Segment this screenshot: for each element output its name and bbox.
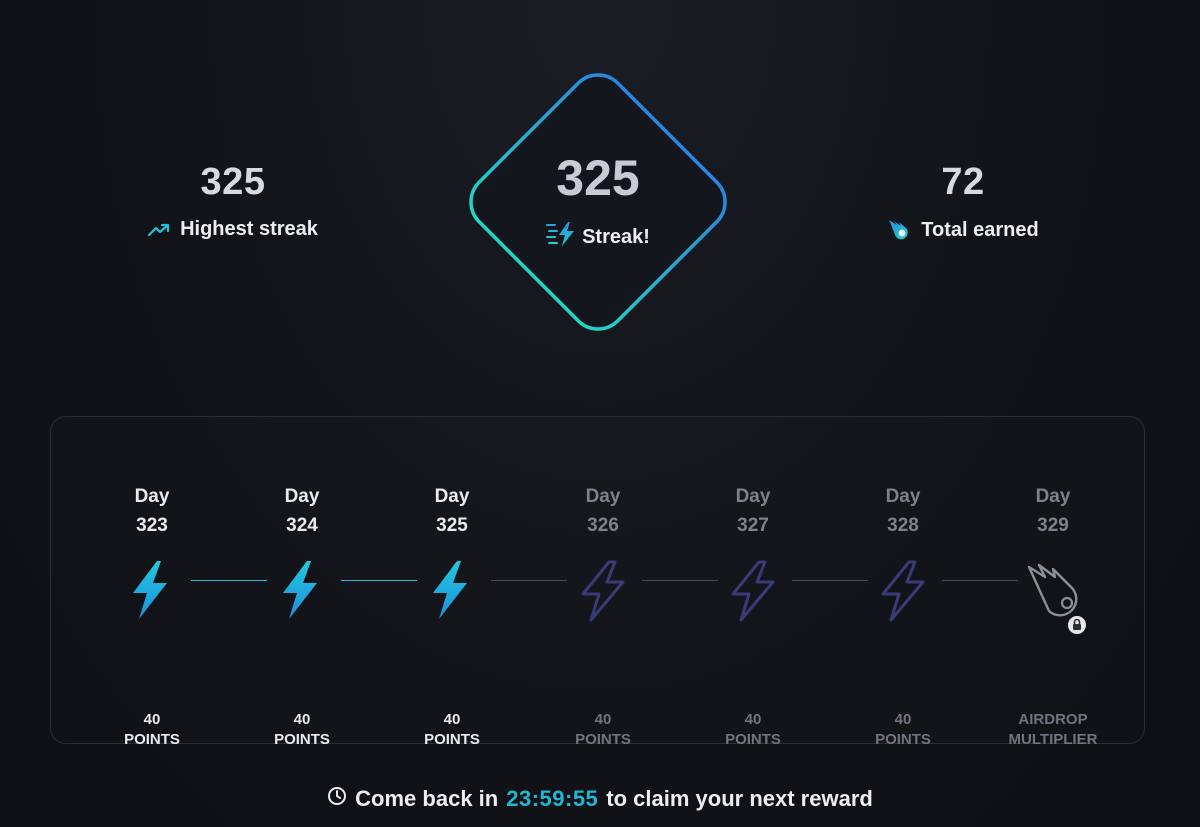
- day-connector: [792, 580, 868, 581]
- day-number: 327: [737, 515, 769, 536]
- day-connector: [191, 580, 267, 581]
- bolt-icon: [283, 561, 317, 619]
- comet-icon: [887, 218, 911, 242]
- day-item: Day 324 40 POINTS: [237, 485, 367, 748]
- bolt-outline-icon: [581, 560, 625, 622]
- day-number: 328: [887, 515, 919, 536]
- bolt-outline-icon: [731, 560, 775, 622]
- next-reward-message: Come back in 23:59:55 to claim your next…: [0, 786, 1200, 812]
- day-connector: [491, 580, 567, 581]
- day-word: Day: [885, 486, 921, 507]
- day-item: Day 325 40 POINTS: [387, 485, 517, 748]
- daily-rewards-panel: Day 323 40 POINTS Day 324 40 POINTS Day …: [50, 416, 1145, 748]
- day-reward: 40 POINTS: [575, 711, 631, 748]
- total-earned-value: 72: [941, 161, 985, 203]
- day-number: 329: [1037, 515, 1069, 536]
- lock-icon: [1068, 616, 1086, 634]
- trending-up-icon: [148, 223, 170, 237]
- day-reward: AIRDROP MULTIPLIER: [1008, 711, 1098, 748]
- day-reward: 40 POINTS: [274, 711, 330, 748]
- day-connector: [942, 580, 1018, 581]
- bolt-icon: [133, 561, 167, 619]
- fast-bolt-icon: [546, 221, 576, 253]
- day-item: Day 327 40 POINTS: [688, 485, 818, 748]
- day-number: 323: [136, 515, 168, 536]
- current-streak-label: Streak!: [582, 225, 650, 248]
- bolt-outline-icon: [881, 560, 925, 622]
- day-item: Day 329 AIRDROP MULTIPLIER: [988, 485, 1118, 748]
- day-word: Day: [1035, 486, 1071, 507]
- day-number: 325: [436, 515, 468, 536]
- total-earned-label: Total earned: [921, 218, 1039, 241]
- day-word: Day: [434, 486, 470, 507]
- day-reward: 40 POINTS: [124, 711, 180, 748]
- day-number: 324: [286, 515, 318, 536]
- day-reward: 40 POINTS: [424, 711, 480, 748]
- day-item: Day 326 40 POINTS: [538, 485, 668, 748]
- day-number: 326: [587, 515, 619, 536]
- streak-page: 325 Highest streak 325 Streak! 72 Total …: [0, 0, 1200, 827]
- clock-icon: [327, 786, 347, 812]
- day-word: Day: [735, 486, 771, 507]
- day-item: Day 323 40 POINTS: [87, 485, 217, 748]
- day-icons-layer: [133, 560, 1086, 634]
- highest-streak-label: Highest streak: [180, 218, 318, 240]
- footer-suffix: to claim your next reward: [606, 786, 873, 811]
- day-reward: 40 POINTS: [725, 711, 781, 748]
- countdown-timer: 23:59:55: [506, 786, 599, 811]
- day-reward: 40 POINTS: [875, 711, 931, 748]
- day-word: Day: [134, 486, 170, 507]
- highest-streak-stat: 325 Highest streak: [83, 160, 383, 241]
- comet-locked-icon: [1027, 563, 1086, 634]
- day-connector: [341, 580, 417, 581]
- footer-prefix: Come back in: [355, 786, 499, 811]
- highest-streak-value: 325: [200, 161, 266, 203]
- day-word: Day: [585, 486, 621, 507]
- day-connector: [642, 580, 718, 581]
- day-word: Day: [284, 486, 320, 507]
- total-earned-stat: 72 Total earned: [813, 160, 1113, 242]
- current-streak-badge: 325 Streak!: [428, 32, 768, 372]
- day-item: Day 328 40 POINTS: [838, 485, 968, 748]
- current-streak-value: 325: [556, 150, 640, 206]
- bolt-icon: [433, 561, 467, 619]
